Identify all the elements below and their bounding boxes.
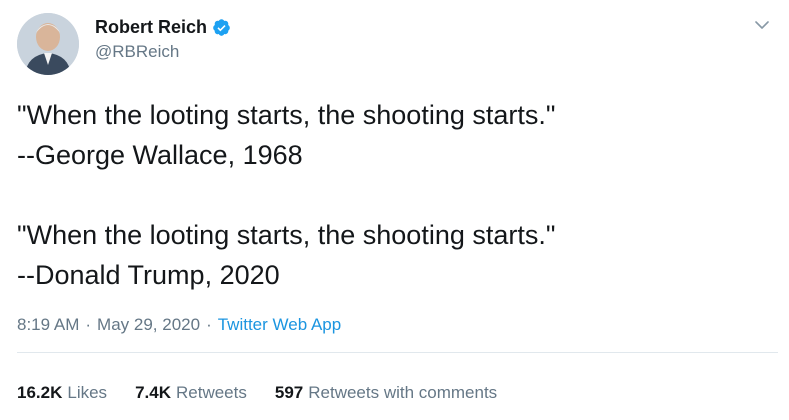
retweets-stat[interactable]: 7.4K Retweets xyxy=(135,383,247,403)
retweets-count: 7.4K xyxy=(135,383,171,402)
retweets-label: Retweets xyxy=(175,383,247,402)
divider xyxy=(17,352,778,353)
user-handle[interactable]: @RBReich xyxy=(95,42,231,62)
tweet-source-link[interactable]: Twitter Web App xyxy=(218,315,341,335)
author-block: Robert Reich @RBReich xyxy=(95,15,231,62)
chevron-down-icon[interactable] xyxy=(753,16,771,34)
quote-tweets-label: Retweets with comments xyxy=(308,383,498,402)
likes-count: 16.2K xyxy=(17,383,63,402)
quote-tweets-count: 597 xyxy=(274,383,304,402)
tweet-meta: 8:19 AM · May 29, 2020 · Twitter Web App xyxy=(17,315,341,335)
quote-tweets-stat[interactable]: 597 Retweets with comments xyxy=(275,383,497,403)
tweet-card: Robert Reich @RBReich "When the looting … xyxy=(0,0,789,420)
likes-stat[interactable]: 16.2K Likes xyxy=(17,383,107,403)
display-name[interactable]: Robert Reich xyxy=(95,17,207,38)
avatar[interactable] xyxy=(17,13,79,75)
tweet-date[interactable]: May 29, 2020 xyxy=(97,315,200,335)
likes-label: Likes xyxy=(67,383,108,402)
tweet-text: "When the looting starts, the shooting s… xyxy=(17,100,556,290)
verified-badge-icon xyxy=(212,18,231,37)
tweet-stats: 16.2K Likes 7.4K Retweets 597 Retweets with… xyxy=(17,383,525,403)
name-row: Robert Reich xyxy=(95,15,231,39)
tweet-time[interactable]: 8:19 AM xyxy=(17,315,79,335)
meta-separator: · xyxy=(206,315,212,334)
meta-separator: · xyxy=(85,315,92,334)
